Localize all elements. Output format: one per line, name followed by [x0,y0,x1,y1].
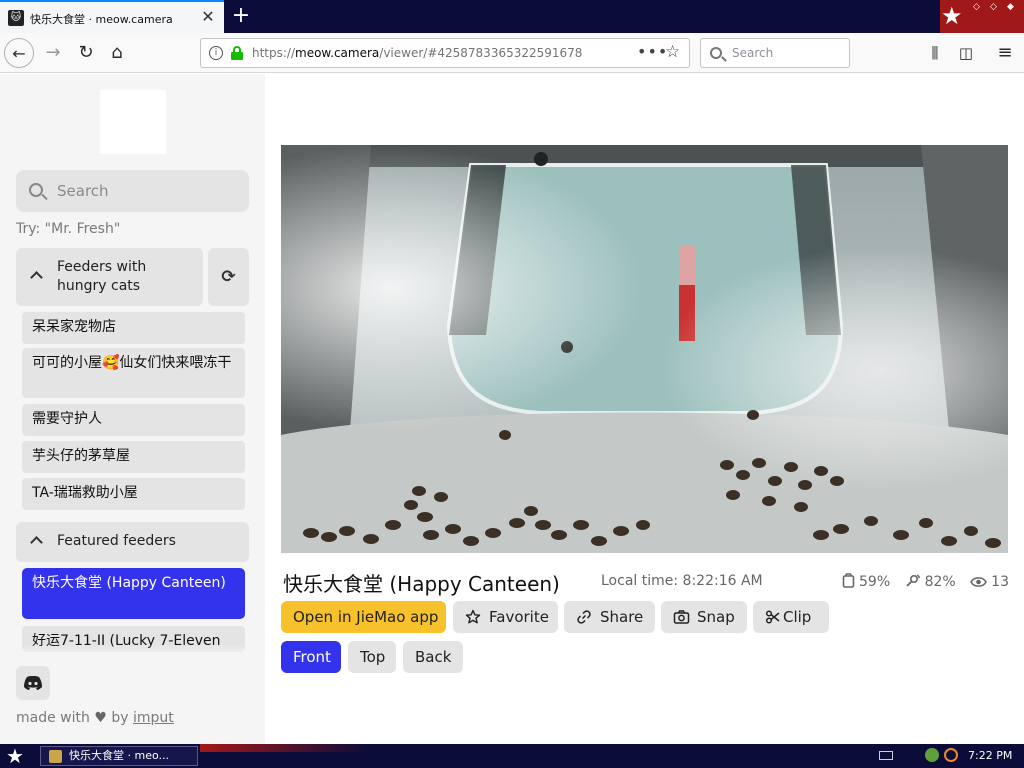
local-time: Local time: 8:22:16 AM [601,573,763,589]
camera-title: 快乐大食堂 (Happy Canteen) [283,572,560,596]
link-icon [577,610,591,624]
chevron-up-icon [30,271,43,284]
taskbar-clock[interactable]: 7:22 PM [968,744,1012,768]
start-star-icon[interactable]: ★ [6,744,24,768]
star-decoration-icon: ★ [941,2,963,30]
list-fade [0,644,265,660]
scissors-icon [765,610,780,624]
url-bar[interactable]: i https://meow.camera/viewer/#4258783365… [200,38,690,68]
library-icon[interactable]: ⫼ [920,38,950,68]
discord-button[interactable] [16,666,50,700]
star-outline-icon [465,609,481,624]
page-actions-icon[interactable]: ••• [637,42,668,61]
forward-arrow-icon[interactable]: → [38,38,68,68]
new-tab-button[interactable]: + [228,3,254,29]
hungry-feeder-item[interactable]: 可可的小屋🥰仙女们快来喂冻干 [22,348,245,398]
info-icon[interactable]: i [209,46,223,60]
taskbar-decoration [200,744,370,752]
browser-nav-bar: ← → ↻ ⌂ i https://meow.camera/viewer/#42… [0,33,1024,73]
share-button[interactable]: Share [564,601,655,633]
author-link[interactable]: imput [133,710,174,726]
browser-window-icon [49,750,62,763]
back-arrow-icon[interactable]: ← [4,38,34,68]
close-window-icon[interactable]: ◆ [1007,2,1014,12]
chevron-up-icon [30,536,43,549]
viewer-main: 快乐大食堂 (Happy Canteen) Local time: 8:22:1… [265,74,1024,744]
browser-search-input[interactable]: Search [700,38,850,68]
browser-tab-bar: 🐱 快乐大食堂 · meow.camera ✕ + ★ ◇ ◇ ◆ [0,0,1024,33]
home-icon[interactable]: ⌂ [102,38,132,68]
view-back-button[interactable]: Back [403,641,463,673]
hungry-feeders-group-header[interactable]: Feeders with hungry cats [16,248,203,306]
viewers-stat: 13 [970,574,1009,590]
view-top-button[interactable]: Top [348,641,396,673]
refresh-icon[interactable]: ⟳ [208,248,249,306]
taskbar-window-item[interactable]: 快乐大食堂 · meo... [40,746,198,766]
hungry-feeder-item[interactable]: 芋头仔的茅草屋 [22,441,245,473]
feeder-stats: 59% 82% 13 [842,573,1019,590]
hungry-feeder-item[interactable]: 需要守护人 [22,404,245,436]
featured-feeder-item-selected[interactable]: 快乐大食堂 (Happy Canteen) [22,568,245,619]
clip-button[interactable]: Clip [753,601,829,633]
camera-video-feed[interactable] [281,145,1008,553]
camera-icon [673,610,690,624]
favorite-button[interactable]: Favorite [453,601,558,633]
search-icon [710,47,722,59]
featured-feeders-group-header[interactable]: Featured feeders [16,522,249,562]
made-with-credit: made with ♥ by imput [16,710,174,726]
food-bag-icon [842,573,855,588]
tab-close-icon[interactable]: ✕ [198,7,218,27]
heart-icon: ♥ [94,710,107,726]
hungry-feeder-item[interactable]: TA-瑞瑞救助小屋 [22,478,245,510]
menu-icon[interactable]: ≡ [990,38,1020,68]
maximize-icon[interactable]: ◇ [990,2,997,12]
signal-stat: 82% [905,573,956,590]
search-tray-icon[interactable] [944,748,958,762]
view-front-button[interactable]: Front [281,641,341,673]
url-text[interactable]: https://meow.camera/viewer/#425878336532… [252,46,582,60]
os-taskbar: ★ 快乐大食堂 · meo... 7:22 PM [0,744,1024,768]
keyboard-icon[interactable] [879,751,893,760]
sidebar-toggle-icon[interactable]: ◫ [951,38,981,68]
reload-icon[interactable]: ↻ [71,38,101,68]
site-logo[interactable] [100,90,166,154]
eye-icon [970,577,988,587]
food-level-stat: 59% [842,573,890,590]
feeder-sidebar: Search Try: "Mr. Fresh" Feeders with hun… [0,74,265,744]
minimize-icon[interactable]: ◇ [973,2,980,12]
bookmark-star-icon[interactable]: ☆ [665,42,680,62]
cat-favicon-icon: 🐱 [8,10,24,26]
discord-icon [24,676,42,690]
browser-tab-active[interactable]: 🐱 快乐大食堂 · meow.camera ✕ [0,0,224,33]
feeder-search-input[interactable]: Search [16,170,249,212]
open-app-button[interactable]: Open in JieMao app [281,601,446,633]
tab-title: 快乐大食堂 · meow.camera [30,13,173,26]
snap-button[interactable]: Snap [661,601,747,633]
signal-icon [905,574,920,587]
search-icon [29,183,43,197]
search-hint: Try: "Mr. Fresh" [16,221,121,237]
network-tray-icon[interactable] [925,748,939,762]
hungry-feeder-item[interactable]: 呆呆家宠物店 [22,312,245,344]
lock-icon[interactable] [231,46,243,60]
